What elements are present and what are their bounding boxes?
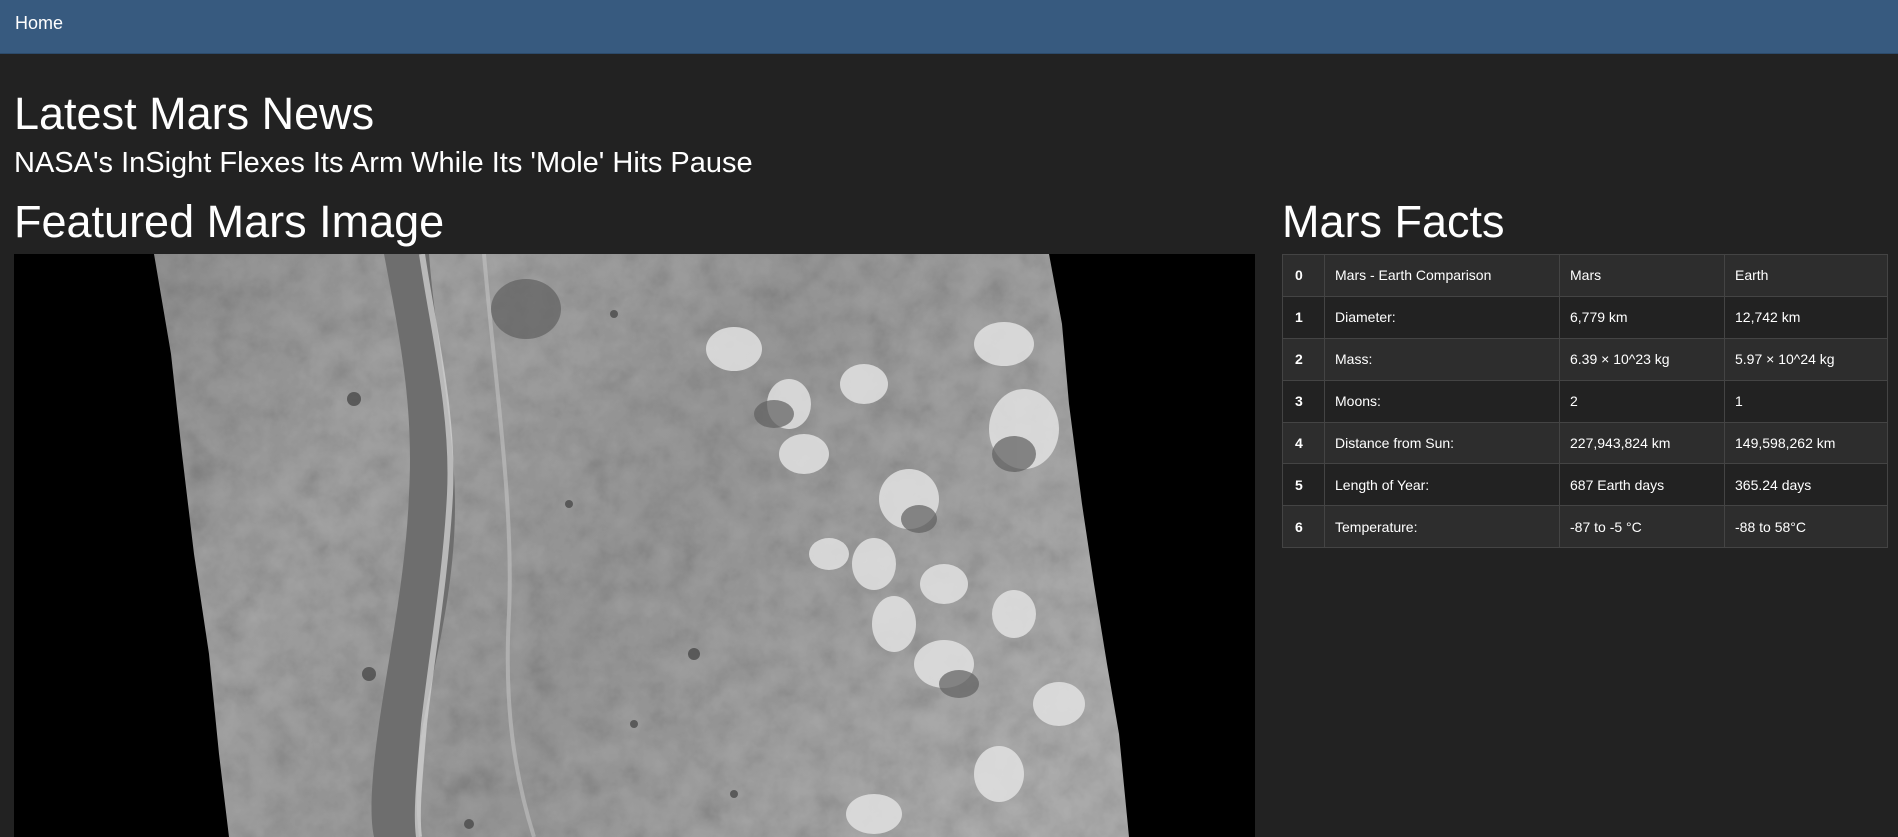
mars-value: Mars xyxy=(1559,254,1725,297)
fact-label: Diameter: xyxy=(1324,295,1560,339)
mars-value: -87 to -5 °C xyxy=(1559,505,1725,549)
fact-label: Mars - Earth Comparison xyxy=(1324,254,1560,297)
mars-facts-table: 0 Mars - Earth Comparison Mars Earth 1 D… xyxy=(1282,254,1888,549)
mars-value: 2 xyxy=(1559,379,1725,423)
table-row: 1 Diameter: 6,779 km 12,742 km xyxy=(1282,295,1888,339)
mars-value: 227,943,824 km xyxy=(1559,421,1725,465)
row-index: 0 xyxy=(1282,254,1325,297)
fact-label: Distance from Sun: xyxy=(1324,421,1560,465)
row-index: 3 xyxy=(1282,379,1325,423)
earth-value: 5.97 × 10^24 kg xyxy=(1724,337,1888,381)
mars-facts-heading: Mars Facts xyxy=(1282,196,1505,247)
navbar: Home xyxy=(0,0,1898,54)
earth-value: Earth xyxy=(1724,254,1888,297)
table-row: 6 Temperature: -87 to -5 °C -88 to 58°C xyxy=(1282,505,1888,549)
mars-value: 687 Earth days xyxy=(1559,463,1725,507)
nav-home-link[interactable]: Home xyxy=(15,13,63,34)
table-row: 2 Mass: 6.39 × 10^23 kg 5.97 × 10^24 kg xyxy=(1282,337,1888,381)
featured-mars-image xyxy=(14,254,1255,837)
table-row: 3 Moons: 2 1 xyxy=(1282,379,1888,423)
earth-value: 149,598,262 km xyxy=(1724,421,1888,465)
row-index: 6 xyxy=(1282,505,1325,549)
earth-value: 365.24 days xyxy=(1724,463,1888,507)
fact-label: Moons: xyxy=(1324,379,1560,423)
latest-news-heading: Latest Mars News xyxy=(14,88,375,139)
earth-value: 1 xyxy=(1724,379,1888,423)
mars-value: 6.39 × 10^23 kg xyxy=(1559,337,1725,381)
table-row: 5 Length of Year: 687 Earth days 365.24 … xyxy=(1282,463,1888,507)
table-row: 0 Mars - Earth Comparison Mars Earth xyxy=(1282,254,1888,297)
row-index: 1 xyxy=(1282,295,1325,339)
featured-image-heading: Featured Mars Image xyxy=(14,196,445,247)
earth-value: -88 to 58°C xyxy=(1724,505,1888,549)
table-row: 4 Distance from Sun: 227,943,824 km 149,… xyxy=(1282,421,1888,465)
earth-value: 12,742 km xyxy=(1724,295,1888,339)
news-title: NASA's InSight Flexes Its Arm While Its … xyxy=(14,147,753,179)
fact-label: Length of Year: xyxy=(1324,463,1560,507)
row-index: 5 xyxy=(1282,463,1325,507)
row-index: 4 xyxy=(1282,421,1325,465)
mars-value: 6,779 km xyxy=(1559,295,1725,339)
row-index: 2 xyxy=(1282,337,1325,381)
fact-label: Temperature: xyxy=(1324,505,1560,549)
fact-label: Mass: xyxy=(1324,337,1560,381)
